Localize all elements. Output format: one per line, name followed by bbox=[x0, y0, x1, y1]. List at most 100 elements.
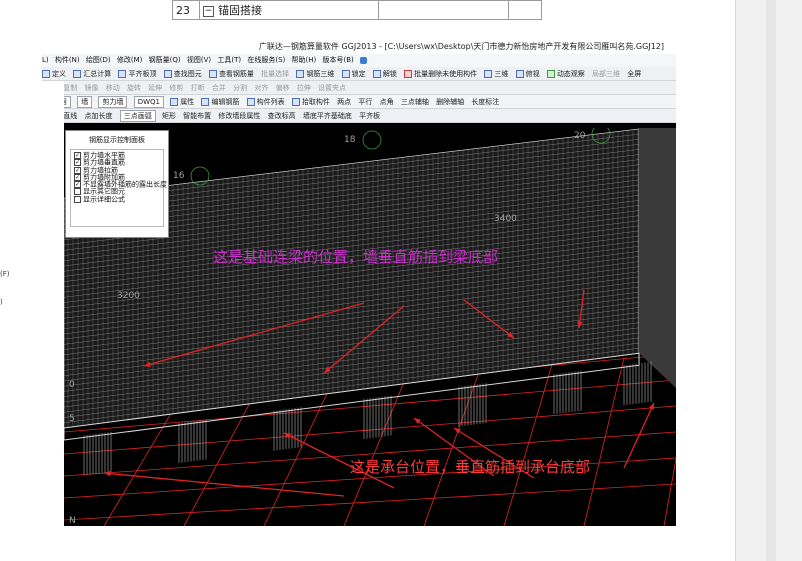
menu-item[interactable]: 帮助(H) bbox=[292, 56, 317, 64]
menu-item[interactable]: 版本号(B) bbox=[322, 56, 353, 64]
scrollbar-thumb[interactable] bbox=[766, 0, 776, 561]
axis-label: 18 bbox=[344, 135, 356, 145]
trim-button[interactable]: 修剪 bbox=[169, 81, 183, 94]
grip-button[interactable]: 设置夹点 bbox=[318, 81, 346, 94]
checkbox[interactable] bbox=[74, 188, 81, 196]
3d-dropdown[interactable]: 三维 bbox=[494, 70, 508, 78]
collapse-icon[interactable]: − bbox=[203, 5, 214, 17]
embedded-app-screenshot: 广联达—钢筋算量软件 GGJ2013 - [C:\Users\wx\Deskto… bbox=[42, 40, 676, 526]
line-button[interactable]: 直线 bbox=[63, 109, 77, 122]
draw-toolbar: 选择 直线 点加长度 三点画弧 矩形 智能布置 修改墙段属性 查改标高 墙底平齐… bbox=[42, 109, 676, 123]
row-label-cell: − 锚固搭接 bbox=[199, 0, 379, 20]
left-strip bbox=[42, 81, 64, 526]
menu-item[interactable]: 在线服务(S) bbox=[247, 56, 285, 64]
checkbox[interactable]: ✓ bbox=[74, 152, 81, 159]
merge-button[interactable]: 合并 bbox=[212, 81, 226, 94]
menu-item[interactable]: 视图(V) bbox=[187, 56, 211, 64]
component-toolbar: 第-1层 墙 剪力墙 DWQ1 属性 编辑钢筋 构件列表 拾取构件 两点 平行 … bbox=[42, 95, 676, 109]
help-icon[interactable] bbox=[359, 56, 367, 64]
properties-button[interactable]: 属性 bbox=[180, 98, 194, 106]
type-select[interactable]: 剪力墙 bbox=[98, 96, 128, 108]
mirror-button[interactable]: 镜像 bbox=[84, 81, 98, 94]
modify-wall-button[interactable]: 修改墙段属性 bbox=[218, 109, 260, 122]
dynamic-view-button[interactable]: 动态观察 bbox=[557, 70, 585, 78]
lock-button[interactable]: 锁定 bbox=[352, 70, 366, 78]
calculate-button[interactable]: 汇总计算 bbox=[83, 70, 111, 78]
align-slab-top-button[interactable]: 平齐板顶 bbox=[128, 70, 156, 78]
arc-select[interactable]: 三点画弧 bbox=[119, 110, 156, 122]
smart-place-button[interactable]: 智能布置 bbox=[183, 109, 211, 122]
axis-label: 16 bbox=[173, 171, 185, 181]
list-icon bbox=[246, 98, 255, 106]
offset-button[interactable]: 偏移 bbox=[276, 81, 290, 94]
grid-line bbox=[423, 357, 485, 526]
edit-toolbar: 删除 复制 镜像 移动 旋转 延伸 修剪 打断 合并 分割 对齐 偏移 拉伸 设… bbox=[42, 81, 676, 95]
rebar-3d-button[interactable]: 钢筋三维 bbox=[306, 70, 334, 78]
length-dimension-button[interactable]: 长度标注 bbox=[471, 98, 499, 106]
document-table: 23 − 锚固搭接 bbox=[172, 0, 542, 20]
empty-cell bbox=[378, 0, 509, 20]
parallel-button[interactable]: 平行 bbox=[358, 98, 372, 106]
checkbox[interactable]: ✓ bbox=[74, 173, 81, 181]
menu-item[interactable]: 工具(T) bbox=[217, 56, 241, 64]
menu-item[interactable]: 绘图(D) bbox=[86, 56, 111, 64]
checkbox[interactable] bbox=[74, 195, 81, 203]
checkbox[interactable]: ✓ bbox=[74, 159, 81, 167]
point-angle-button[interactable]: 点角 bbox=[380, 98, 394, 106]
menu-item[interactable]: 钢筋量(Q) bbox=[149, 56, 181, 64]
define-button[interactable]: 定义 bbox=[52, 70, 66, 78]
wall-bottom-align-button[interactable]: 墙底平齐基础底 bbox=[303, 109, 352, 122]
lock-icon bbox=[341, 70, 350, 78]
two-point-button[interactable]: 两点 bbox=[337, 98, 351, 106]
copy-button[interactable]: 复制 bbox=[63, 81, 77, 94]
menu-item[interactable]: L) bbox=[42, 56, 49, 64]
view-rebar-button[interactable]: 查看钢筋量 bbox=[219, 70, 254, 78]
sum-icon bbox=[73, 70, 82, 78]
document-scrollbar[interactable] bbox=[735, 0, 802, 561]
break-button[interactable]: 打断 bbox=[191, 81, 205, 94]
grid-line bbox=[64, 483, 676, 521]
edit-rebar-button[interactable]: 编辑钢筋 bbox=[211, 98, 239, 106]
align-slab-button[interactable]: 平齐板 bbox=[359, 109, 380, 122]
pick-component-button[interactable]: 拾取构件 bbox=[302, 98, 330, 106]
panel-option[interactable]: 显示详细公式 bbox=[74, 196, 160, 203]
dimension-label: 3200 bbox=[117, 291, 140, 301]
main-toolbar: 定义 汇总计算 平齐板顶 查找图元 查看钢筋量 批量选择 钢筋三维 锁定 解锁 … bbox=[42, 67, 676, 81]
local-3d-button[interactable]: 局部三维 bbox=[592, 70, 620, 78]
axis-circle bbox=[362, 130, 382, 150]
panel-title: 钢筋显示控制面板 bbox=[89, 136, 145, 144]
menu-item[interactable]: 修改(M) bbox=[117, 56, 143, 64]
arrow bbox=[103, 472, 345, 497]
unlock-icon bbox=[372, 70, 381, 78]
stretch-button[interactable]: 拉伸 bbox=[297, 81, 311, 94]
move-button[interactable]: 移动 bbox=[106, 81, 120, 94]
wall-side-face bbox=[639, 128, 676, 388]
top-view-dropdown[interactable]: 俯视 bbox=[526, 70, 540, 78]
batch-delete-button[interactable]: 批量删除未使用构件 bbox=[414, 70, 477, 78]
point-length-button[interactable]: 点加长度 bbox=[84, 109, 112, 122]
split-button[interactable]: 分割 bbox=[233, 81, 247, 94]
rectangle-button[interactable]: 矩形 bbox=[162, 109, 176, 122]
unlock-button[interactable]: 解锁 bbox=[383, 70, 397, 78]
align-button[interactable]: 对齐 bbox=[254, 81, 268, 94]
category-select[interactable]: 墙 bbox=[77, 96, 93, 108]
three-point-axis-button[interactable]: 三点辅轴 bbox=[401, 98, 429, 106]
batch-select-button[interactable]: 批量选择 bbox=[261, 70, 289, 78]
edit-elevation-button[interactable]: 查改标高 bbox=[268, 109, 296, 122]
extend-button[interactable]: 延伸 bbox=[148, 81, 162, 94]
3d-icon bbox=[484, 70, 493, 78]
find-element-button[interactable]: 查找图元 bbox=[174, 70, 202, 78]
fullscreen-button[interactable]: 全屏 bbox=[627, 70, 641, 78]
checkbox[interactable]: ✓ bbox=[74, 181, 81, 189]
code-select[interactable]: DWQ1 bbox=[133, 96, 164, 108]
checkbox[interactable]: ✓ bbox=[74, 166, 81, 174]
edit-rebar-icon bbox=[201, 98, 210, 106]
define-icon bbox=[42, 70, 50, 78]
grid-line bbox=[583, 357, 625, 526]
empty-cell bbox=[508, 0, 542, 20]
menu-item[interactable]: 构件(N) bbox=[55, 56, 80, 64]
rotate-button[interactable]: 旋转 bbox=[127, 81, 141, 94]
component-list-button[interactable]: 构件列表 bbox=[257, 98, 285, 106]
orbit-icon bbox=[546, 70, 555, 78]
delete-axis-button[interactable]: 删除辅轴 bbox=[436, 98, 464, 106]
